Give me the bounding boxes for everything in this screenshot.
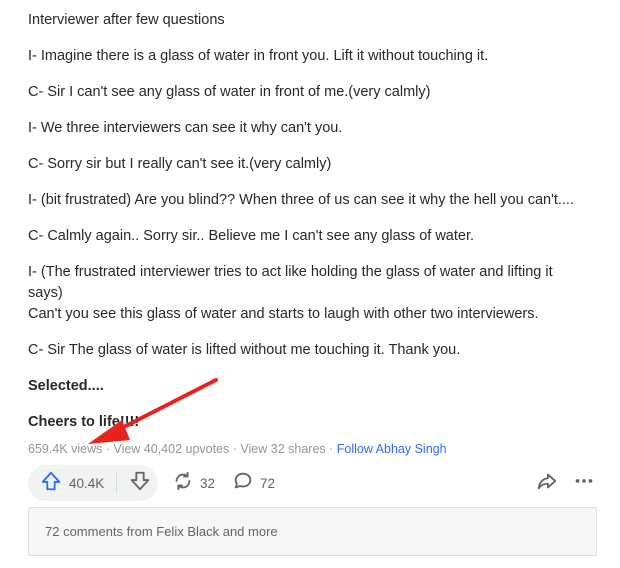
separator: ·: [325, 442, 337, 456]
paragraph-line: Cheers to life!!!!: [28, 414, 140, 430]
paragraph-line: C- Calmly again.. Sorry sir.. Believe me…: [28, 228, 475, 244]
comment-button[interactable]: 72: [232, 465, 275, 501]
action-bar: 40.4K 32 72: [28, 465, 603, 501]
comments-preview[interactable]: 72 comments from Felix Black and more: [28, 507, 597, 556]
downvote-icon: [129, 470, 151, 497]
downvote-button[interactable]: [129, 465, 151, 501]
answer-paragraph: C- Sir The glass of water is lifted with…: [28, 340, 603, 361]
separator: ·: [102, 442, 114, 456]
paragraph-line: says): [28, 285, 63, 301]
upvote-count: 40.4K: [69, 475, 105, 491]
vote-pill: 40.4K: [28, 465, 158, 501]
follow-author-link[interactable]: Follow Abhay Singh: [337, 442, 447, 456]
answer-paragraph: Interviewer after few questions: [28, 10, 603, 31]
paragraph-line: I- We three interviewers can see it why …: [28, 120, 343, 136]
answer-paragraph: C- Sorry sir but I really can't see it.(…: [28, 154, 603, 175]
more-icon: [573, 470, 595, 497]
separator: ·: [229, 442, 241, 456]
share-button[interactable]: [536, 465, 558, 501]
reshare-icon: [172, 470, 194, 497]
reshare-count: 32: [200, 475, 216, 491]
answer-stats: 659.4K views · View 40,402 upvotes · Vie…: [28, 442, 447, 456]
paragraph-line: I- Imagine there is a glass of water in …: [28, 48, 489, 64]
more-options-button[interactable]: [573, 465, 595, 501]
answer-paragraph: Cheers to life!!!!: [28, 412, 603, 433]
paragraph-line: C- Sir The glass of water is lifted with…: [28, 342, 461, 358]
paragraph-line: C- Sorry sir but I really can't see it.(…: [28, 156, 332, 172]
paragraph-line: Interviewer after few questions: [28, 12, 225, 28]
vote-divider: [116, 472, 118, 494]
comment-icon: [232, 470, 254, 497]
answer-paragraph: I- (bit frustrated) Are you blind?? When…: [28, 190, 603, 211]
paragraph-line: I- (The frustrated interviewer tries to …: [28, 264, 553, 280]
comments-preview-text: 72 comments from Felix Black and more: [45, 524, 278, 539]
share-icon: [536, 470, 558, 497]
answer-paragraph: I- (The frustrated interviewer tries to …: [28, 262, 603, 325]
answer-paragraph: I- Imagine there is a glass of water in …: [28, 46, 603, 67]
answer-paragraph: C- Calmly again.. Sorry sir.. Believe me…: [28, 226, 603, 247]
view-upvotes-link[interactable]: View 40,402 upvotes: [113, 442, 229, 456]
paragraph-line: Selected....: [28, 378, 104, 394]
upvote-button[interactable]: 40.4K: [28, 465, 104, 501]
paragraph-line: I- (bit frustrated) Are you blind?? When…: [28, 192, 574, 208]
views-count: 659.4K views: [28, 442, 103, 456]
answer-paragraph: Selected....: [28, 376, 603, 397]
comment-count: 72: [260, 475, 276, 491]
answer-paragraph: C- Sir I can't see any glass of water in…: [28, 82, 603, 103]
answer-paragraph: I- We three interviewers can see it why …: [28, 118, 603, 139]
paragraph-line: Can't you see this glass of water and st…: [28, 306, 539, 322]
answer-body: Interviewer after few questions I- Imagin…: [28, 10, 603, 448]
view-shares-link[interactable]: View 32 shares: [240, 442, 325, 456]
reshare-button[interactable]: 32: [172, 465, 215, 501]
paragraph-line: C- Sir I can't see any glass of water in…: [28, 84, 431, 100]
upvote-icon: [40, 470, 62, 497]
